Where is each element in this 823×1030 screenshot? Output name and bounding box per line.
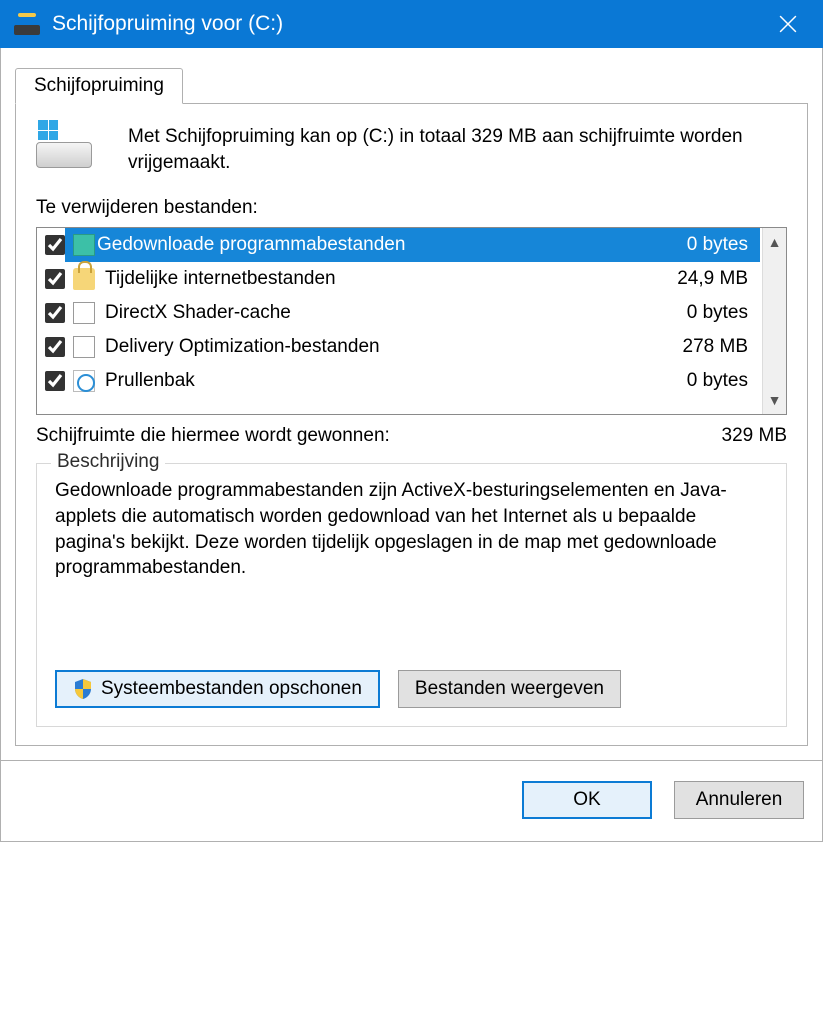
file-size: 0 bytes [687, 234, 760, 256]
file-row[interactable]: Tijdelijke internetbestanden24,9 MB [37, 262, 762, 296]
file-checkbox[interactable] [45, 235, 65, 255]
description-text: Gedownloade programmabestanden zijn Acti… [55, 478, 768, 648]
file-size: 0 bytes [687, 370, 760, 392]
shield-icon [73, 678, 93, 700]
file-size: 278 MB [683, 336, 760, 358]
file-checkbox[interactable] [45, 337, 65, 357]
view-files-button[interactable]: Bestanden weergeven [398, 670, 621, 708]
close-icon [779, 15, 797, 33]
file-name: Gedownloade programmabestanden [95, 234, 687, 256]
scroll-down-icon[interactable]: ▼ [763, 386, 786, 414]
files-to-delete-label: Te verwijderen bestanden: [36, 197, 787, 219]
file-name: Tijdelijke internetbestanden [103, 268, 677, 290]
file-row[interactable]: Prullenbak0 bytes [37, 364, 762, 398]
file-name: DirectX Shader-cache [103, 302, 687, 324]
recycle-icon [73, 370, 95, 392]
scrollbar[interactable]: ▲ ▼ [762, 228, 786, 414]
total-gain-value: 329 MB [722, 425, 787, 447]
file-size: 24,9 MB [677, 268, 760, 290]
view-files-label: Bestanden weergeven [415, 678, 604, 700]
file-checkbox[interactable] [45, 371, 65, 391]
file-checkbox[interactable] [45, 303, 65, 323]
clean-system-files-label: Systeembestanden opschonen [101, 678, 362, 700]
description-box: Beschrijving Gedownloade programmabestan… [36, 463, 787, 727]
file-icon [73, 302, 95, 324]
scroll-up-icon[interactable]: ▲ [763, 228, 786, 256]
dialog-button-row: OK Annuleren [0, 761, 823, 842]
description-legend: Beschrijving [51, 451, 165, 473]
file-checkbox[interactable] [45, 269, 65, 289]
cancel-button[interactable]: Annuleren [674, 781, 804, 819]
close-button[interactable] [761, 0, 815, 48]
file-name: Prullenbak [103, 370, 687, 392]
ok-button[interactable]: OK [522, 781, 652, 819]
window-title: Schijfopruiming voor (C:) [52, 12, 761, 36]
tab-row: Schijfopruiming [15, 68, 808, 104]
disk-cleanup-icon [14, 13, 40, 35]
lock-icon [73, 268, 95, 290]
file-name: Delivery Optimization-bestanden [103, 336, 683, 358]
file-icon [73, 336, 95, 358]
file-row[interactable]: Delivery Optimization-bestanden278 MB [37, 330, 762, 364]
folder-icon [73, 234, 95, 256]
drive-icon [36, 126, 92, 168]
file-row[interactable]: DirectX Shader-cache0 bytes [37, 296, 762, 330]
tab-disk-cleanup[interactable]: Schijfopruiming [15, 68, 183, 104]
titlebar: Schijfopruiming voor (C:) [0, 0, 823, 48]
tab-content: Met Schijfopruiming kan op (C:) in totaa… [15, 103, 808, 746]
file-size: 0 bytes [687, 302, 760, 324]
total-gain-label: Schijfruimte die hiermee wordt gewonnen: [36, 425, 722, 447]
file-list: Gedownloade programmabestanden0 bytesTij… [36, 227, 787, 415]
intro-text: Met Schijfopruiming kan op (C:) in totaa… [128, 124, 787, 175]
clean-system-files-button[interactable]: Systeembestanden opschonen [55, 670, 380, 708]
file-row[interactable]: Gedownloade programmabestanden0 bytes [37, 228, 762, 262]
